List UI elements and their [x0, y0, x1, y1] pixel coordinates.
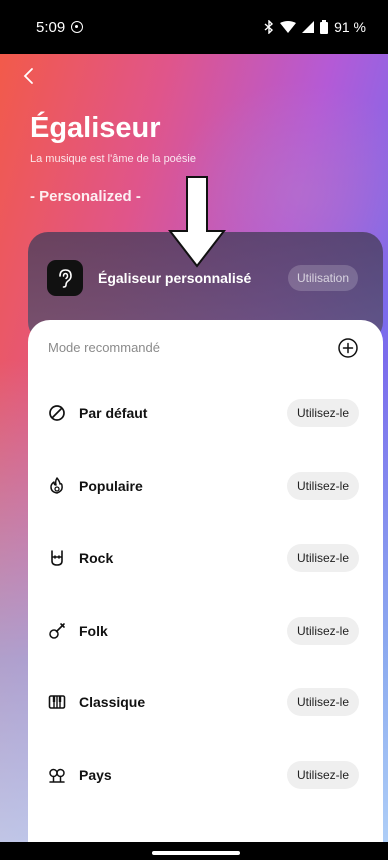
signal-icon: [302, 21, 315, 33]
custom-equalizer-label: Égaliseur personnalisé: [98, 270, 252, 286]
section-tag: - Personalized -: [30, 188, 141, 205]
ear-icon: [47, 260, 83, 296]
mode-label: Par défaut: [79, 405, 148, 421]
rock-hand-icon: [48, 549, 66, 567]
page-subtitle: La musique est l'âme de la poésie: [30, 153, 196, 165]
mode-use-button[interactable]: Utilisez-le: [287, 544, 360, 572]
mode-label: Pays: [79, 767, 112, 783]
flame-icon: [48, 477, 66, 495]
back-button[interactable]: [22, 66, 46, 90]
no-entry-icon: [48, 404, 66, 422]
bluetooth-icon: [264, 20, 274, 34]
mode-use-button[interactable]: Utilisez-le: [287, 617, 360, 645]
piano-icon: [48, 693, 66, 711]
battery-icon: [320, 20, 329, 34]
mode-use-button[interactable]: Utilisez-le: [287, 472, 360, 500]
location-icon: [71, 21, 84, 33]
down-arrow-icon: [168, 176, 226, 268]
chevron-left-icon: [23, 68, 33, 84]
mode-label: Rock: [79, 550, 114, 566]
add-button[interactable]: [337, 337, 359, 359]
plus-circle-icon: [338, 338, 358, 358]
mode-use-button[interactable]: Utilisez-le: [287, 688, 360, 716]
mode-label: Folk: [79, 623, 108, 639]
custom-equalizer-use-button[interactable]: Utilisation: [288, 265, 359, 291]
country-icon: [48, 766, 66, 784]
equalizer-screen: 5:09 91 % Égaliseur La musique est l'âme…: [0, 0, 388, 860]
status-bar: 5:09 91 %: [0, 0, 388, 54]
mode-label: Populaire: [79, 478, 143, 494]
battery-percent: 91 %: [334, 19, 366, 35]
mode-use-button[interactable]: Utilisez-le: [287, 399, 360, 427]
status-time: 5:09: [36, 18, 66, 36]
mode-label: Classique: [79, 694, 146, 710]
page-title: Égaliseur: [30, 112, 161, 144]
home-indicator[interactable]: [152, 851, 240, 855]
mode-use-button[interactable]: Utilisez-le: [287, 761, 360, 789]
guitar-icon: [48, 622, 66, 640]
wifi-icon: [280, 21, 297, 33]
sheet-header-label: Mode recommandé: [48, 340, 160, 355]
